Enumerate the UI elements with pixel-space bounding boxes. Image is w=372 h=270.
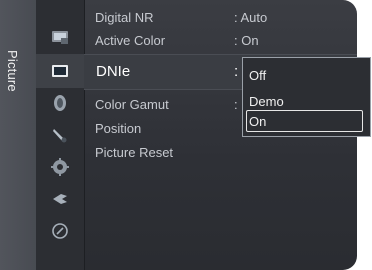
category-tab: Picture <box>0 0 37 270</box>
menu-item-dnie-label[interactable]: DNIe <box>96 63 130 80</box>
dropdown-option-off[interactable]: Off <box>249 68 266 83</box>
application-icon[interactable] <box>51 190 69 208</box>
menu-item-dnie-colon: : <box>234 63 239 80</box>
picture-icon[interactable] <box>51 62 69 80</box>
menu-item-picture-reset-label[interactable]: Picture Reset <box>95 145 173 160</box>
dnie-options-dropdown: Off Demo On <box>242 57 371 137</box>
menu-item-color-gamut-label[interactable]: Color Gamut <box>95 97 169 112</box>
support-icon[interactable] <box>51 222 69 240</box>
menu-item-active-color-label[interactable]: Active Color <box>95 33 165 48</box>
menu-item-active-color-value: : On <box>234 33 259 48</box>
menu-item-position-label[interactable]: Position <box>95 121 141 136</box>
channel-icon[interactable] <box>51 126 69 144</box>
menu-item-digital-nr-label[interactable]: Digital NR <box>95 10 154 25</box>
dropdown-option-demo[interactable]: Demo <box>249 94 284 109</box>
dropdown-option-on[interactable]: On <box>249 114 266 129</box>
sound-icon[interactable] <box>51 94 69 112</box>
input-source-icon[interactable] <box>51 28 69 46</box>
category-tab-label: Picture <box>5 50 20 92</box>
icon-column <box>36 0 85 270</box>
setup-icon[interactable] <box>51 158 69 176</box>
menu-item-color-gamut-colon: : <box>234 97 238 112</box>
menu-item-digital-nr-value: : Auto <box>234 10 268 25</box>
